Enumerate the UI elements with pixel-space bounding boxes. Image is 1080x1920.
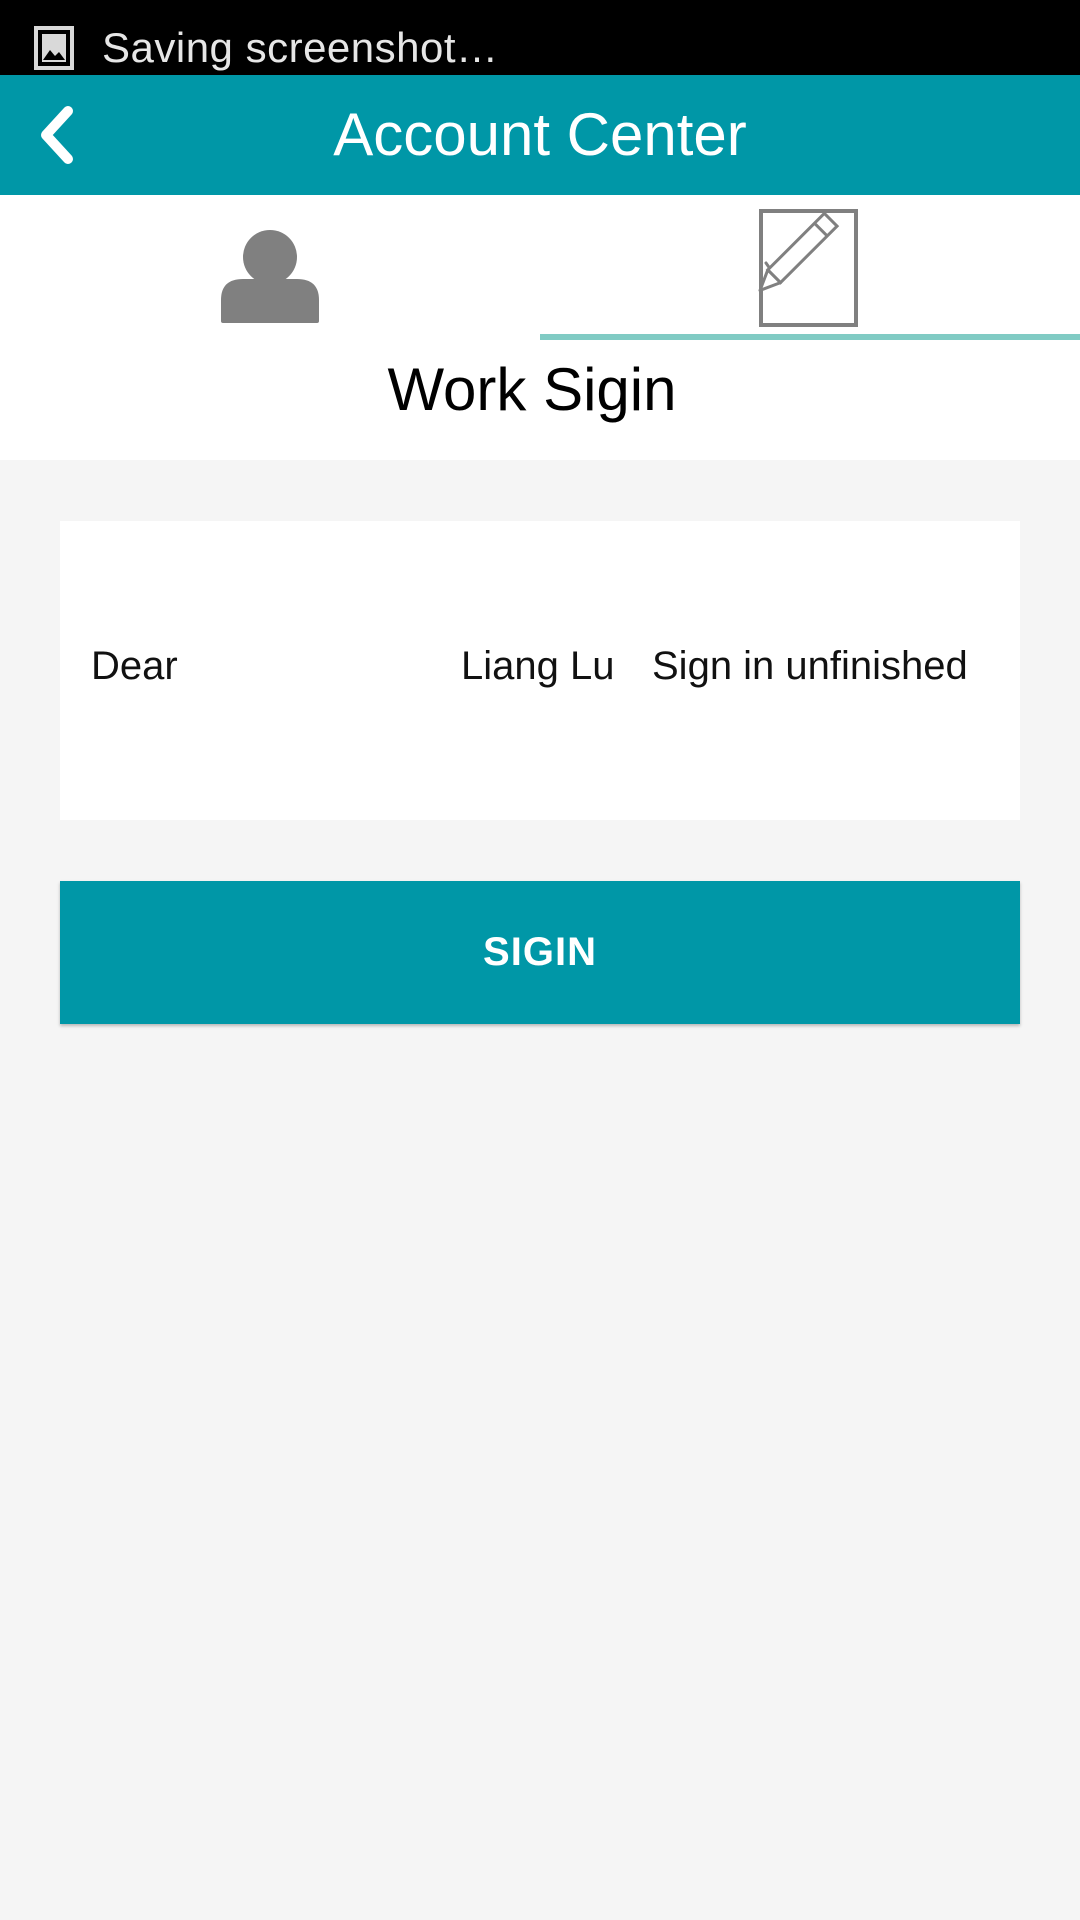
image-icon [34, 26, 74, 70]
greeting-label: Dear [91, 644, 178, 688]
user-icon [221, 230, 319, 323]
section-header: Work Sigin [0, 340, 1080, 460]
section-title: Work Sigin [387, 356, 677, 423]
sign-status-label: Sign in unfinished [652, 644, 968, 688]
sign-checklist-icon [758, 209, 858, 327]
tab-profile[interactable] [0, 195, 540, 340]
username-label: Liang Lu [461, 644, 615, 688]
tab-bar [0, 195, 1080, 340]
info-card: Dear Liang Lu Sign in unfinished [60, 521, 1020, 820]
sign-button[interactable]: SIGIN [60, 881, 1020, 1024]
back-button[interactable] [30, 95, 90, 175]
status-text: Saving screenshot… [102, 24, 499, 71]
tab-work-sign[interactable] [540, 195, 1080, 340]
chevron-left-icon [41, 106, 73, 164]
page-title: Account Center [333, 101, 747, 168]
app-bar: Account Center [0, 75, 1080, 195]
status-bar: Saving screenshot… [0, 0, 1080, 75]
